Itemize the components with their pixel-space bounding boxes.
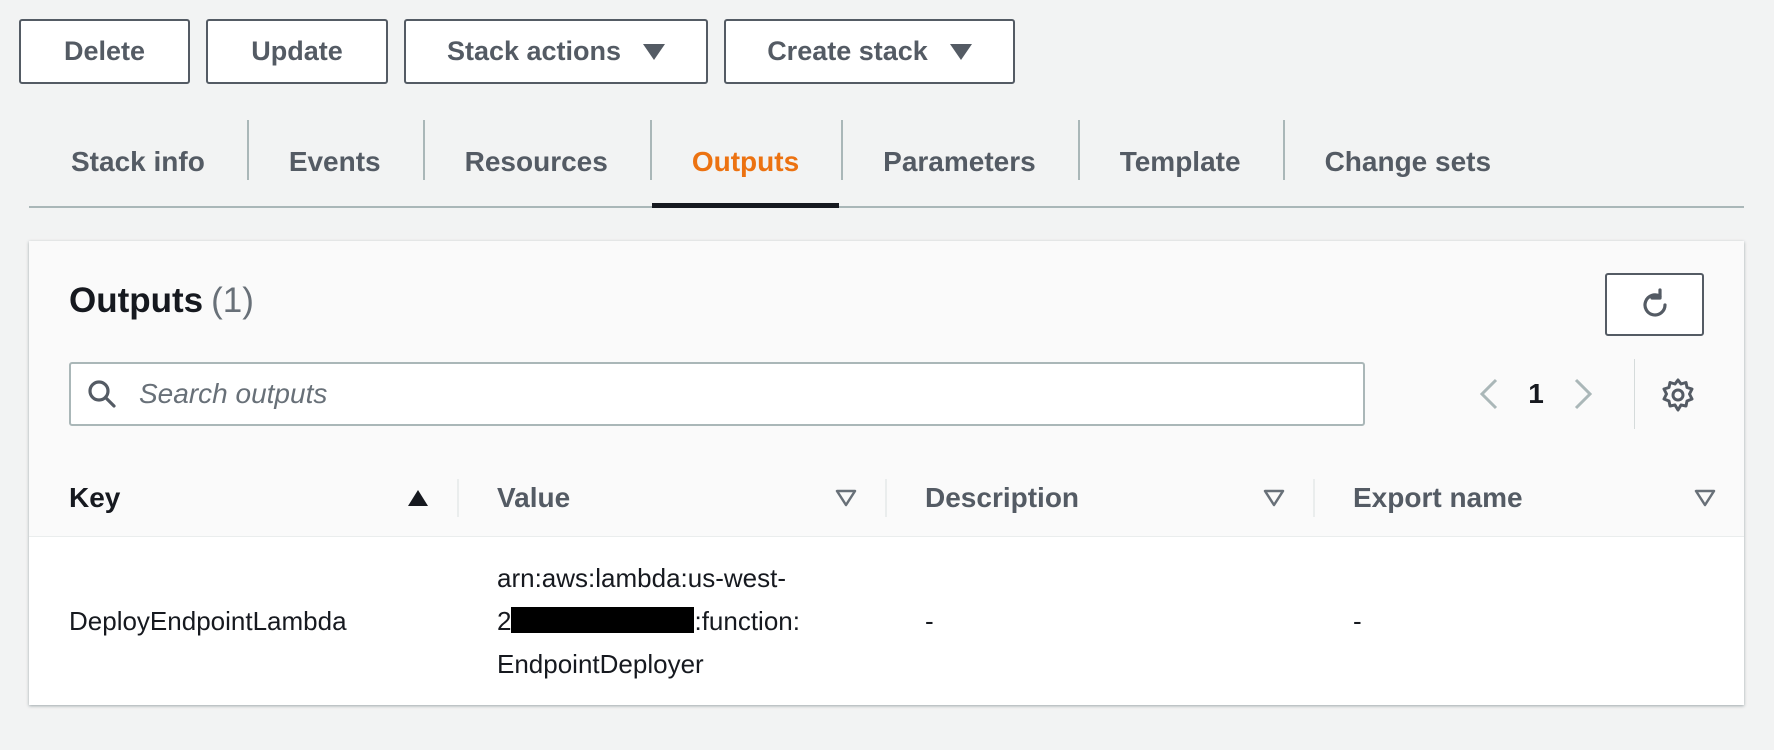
update-button-label: Update xyxy=(251,36,343,66)
column-label: Value xyxy=(497,481,571,513)
cell-description: - xyxy=(885,537,1313,705)
outputs-panel-header: Outputs(1) 1 xyxy=(29,241,1744,460)
refresh-button[interactable] xyxy=(1605,273,1704,336)
pagination: 1 xyxy=(1469,367,1603,421)
tab-change-sets[interactable]: Change sets xyxy=(1282,118,1534,206)
tab-label: Template xyxy=(1119,146,1241,177)
output-value: arn:aws:lambda:us-west- 2 :function: Endp… xyxy=(497,557,800,686)
sort-descending-icon xyxy=(1694,489,1716,507)
sort-descending-icon xyxy=(1263,489,1285,507)
column-label: Export name xyxy=(1353,481,1523,513)
column-header-description[interactable]: Description xyxy=(885,459,1313,536)
stack-actions-label: Stack actions xyxy=(446,36,622,66)
column-header-key[interactable]: Key xyxy=(29,459,457,536)
output-key: DeployEndpointLambda xyxy=(69,605,347,636)
value-line-2-prefix: 2 xyxy=(497,605,512,636)
tab-template[interactable]: Template xyxy=(1077,118,1283,206)
gear-icon xyxy=(1662,378,1694,412)
cell-value: arn:aws:lambda:us-west- 2 :function: Endp… xyxy=(457,537,885,705)
column-label: Key xyxy=(69,481,121,513)
create-stack-dropdown[interactable]: Create stack xyxy=(724,19,1015,84)
table-row: DeployEndpointLambda arn:aws:lambda:us-w… xyxy=(29,537,1744,705)
panel-title-text: Outputs xyxy=(69,281,204,320)
value-line-2-suffix: :function: xyxy=(694,605,800,636)
stack-actions-toolbar: Delete Update Stack actions Create stack xyxy=(19,19,1015,84)
stack-tabs: Stack info Events Resources Outputs Para… xyxy=(29,118,1744,208)
refresh-icon xyxy=(1642,287,1667,317)
search-icon xyxy=(87,376,123,412)
tab-events[interactable]: Events xyxy=(246,118,423,206)
tab-label: Outputs xyxy=(691,146,800,177)
column-header-export-name[interactable]: Export name xyxy=(1313,459,1744,536)
outputs-panel: Outputs(1) 1 xyxy=(29,241,1744,705)
chevron-right-icon xyxy=(1574,378,1593,410)
tab-outputs[interactable]: Outputs xyxy=(649,118,841,208)
output-description: - xyxy=(925,605,934,636)
stack-actions-dropdown[interactable]: Stack actions xyxy=(404,19,708,84)
tab-parameters[interactable]: Parameters xyxy=(841,118,1078,206)
tab-label: Events xyxy=(288,146,381,177)
tab-stack-info[interactable]: Stack info xyxy=(29,118,247,206)
chevron-left-icon xyxy=(1479,378,1498,410)
panel-title: Outputs (1) xyxy=(69,281,254,321)
caret-down-icon xyxy=(643,43,666,60)
cell-key: DeployEndpointLambda xyxy=(29,537,457,705)
current-page-number[interactable]: 1 xyxy=(1509,378,1563,410)
previous-page-button[interactable] xyxy=(1469,367,1509,421)
pagination-divider xyxy=(1634,359,1635,429)
search-outputs-field[interactable] xyxy=(69,362,1365,426)
preferences-button[interactable] xyxy=(1655,372,1701,418)
cell-export-name: - xyxy=(1313,537,1744,705)
tab-label: Resources xyxy=(464,146,608,177)
column-header-value[interactable]: Value xyxy=(457,459,885,536)
panel-count: (1) xyxy=(211,281,254,320)
caret-down-icon xyxy=(949,43,972,60)
delete-button-label: Delete xyxy=(63,36,146,66)
outputs-table-header: Key Value Description Export name xyxy=(29,459,1744,537)
tab-label: Change sets xyxy=(1324,146,1492,177)
tab-resources[interactable]: Resources xyxy=(422,118,650,206)
column-label: Description xyxy=(925,481,1080,513)
tab-label: Stack info xyxy=(71,146,205,177)
redaction-bar xyxy=(511,606,695,633)
sort-ascending-icon xyxy=(408,490,428,506)
value-line-2: 2 :function: xyxy=(497,600,800,643)
update-button[interactable]: Update xyxy=(206,19,388,84)
tab-label: Parameters xyxy=(883,146,1036,177)
value-line-1: arn:aws:lambda:us-west- xyxy=(497,562,786,593)
output-export-name: - xyxy=(1353,605,1362,636)
next-page-button[interactable] xyxy=(1563,367,1603,421)
sort-descending-icon xyxy=(835,489,857,507)
value-line-3: EndpointDeployer xyxy=(497,648,704,679)
search-outputs-input[interactable] xyxy=(137,377,1291,411)
delete-button[interactable]: Delete xyxy=(19,19,190,84)
create-stack-label: Create stack xyxy=(767,36,928,66)
